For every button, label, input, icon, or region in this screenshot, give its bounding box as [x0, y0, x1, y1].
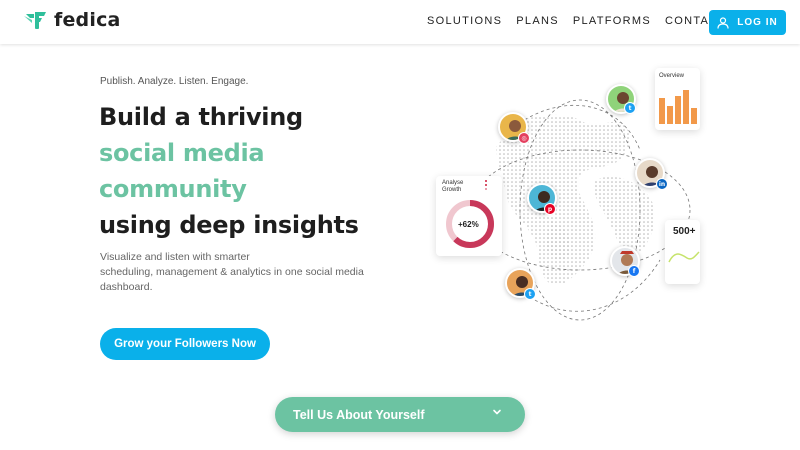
analyse-growth-card: Analyse Growth +62% [436, 176, 502, 256]
facebook-icon: f [628, 265, 640, 277]
overview-bar-graphic [659, 90, 697, 124]
hero-headline: Build a thriving social media community … [99, 99, 359, 243]
brand-logo[interactable]: fedica [24, 9, 121, 31]
site-header: fedica SOLUTIONS PLANS PLATFORMS CONTACT… [0, 0, 800, 44]
nav-solutions[interactable]: SOLUTIONS [427, 15, 502, 27]
headline-line-4: using deep insights [99, 211, 359, 239]
twitter-icon: t [624, 102, 636, 114]
hero-illustration: Overview Analyse Growth +62% 500+ ◎ t p … [430, 60, 700, 330]
fedica-logo-icon [24, 12, 46, 29]
growth-percent: +62% [458, 220, 479, 229]
description-line-1: Visualize and listen with smarter [100, 251, 250, 263]
headline-line-3: community [99, 175, 247, 203]
tell-us-dropdown[interactable]: Tell Us About Yourself [275, 397, 525, 432]
main-nav: SOLUTIONS PLANS PLATFORMS CONTACT [427, 15, 740, 27]
description-line-3: dashboard. [100, 281, 153, 293]
linkedin-icon: in [656, 178, 668, 190]
login-label: LOG IN [737, 17, 778, 28]
pinterest-icon: p [544, 203, 556, 215]
brand-name: fedica [54, 9, 121, 31]
overview-card: Overview [655, 68, 700, 130]
followers-line-graphic [668, 251, 700, 263]
login-button[interactable]: LOG IN [709, 10, 786, 35]
user-icon [717, 16, 729, 29]
headline-line-1: Build a thriving [99, 103, 303, 131]
description-line-2: scheduling, management & analytics in on… [100, 266, 364, 278]
grow-followers-button[interactable]: Grow your Followers Now [100, 328, 270, 360]
growth-donut-graphic [446, 180, 494, 248]
hero-tagline: Publish. Analyze. Listen. Engage. [100, 76, 249, 87]
chevron-down-icon [493, 409, 501, 415]
tell-us-label: Tell Us About Yourself [293, 407, 425, 422]
instagram-icon: ◎ [518, 132, 530, 144]
nav-platforms[interactable]: PLATFORMS [573, 15, 651, 27]
twitter-icon: t [524, 288, 536, 300]
hero-description: Visualize and listen with smarter schedu… [100, 250, 390, 295]
headline-line-2: social media [99, 139, 265, 167]
nav-plans[interactable]: PLANS [516, 15, 559, 27]
followers-card: 500+ [665, 220, 700, 284]
